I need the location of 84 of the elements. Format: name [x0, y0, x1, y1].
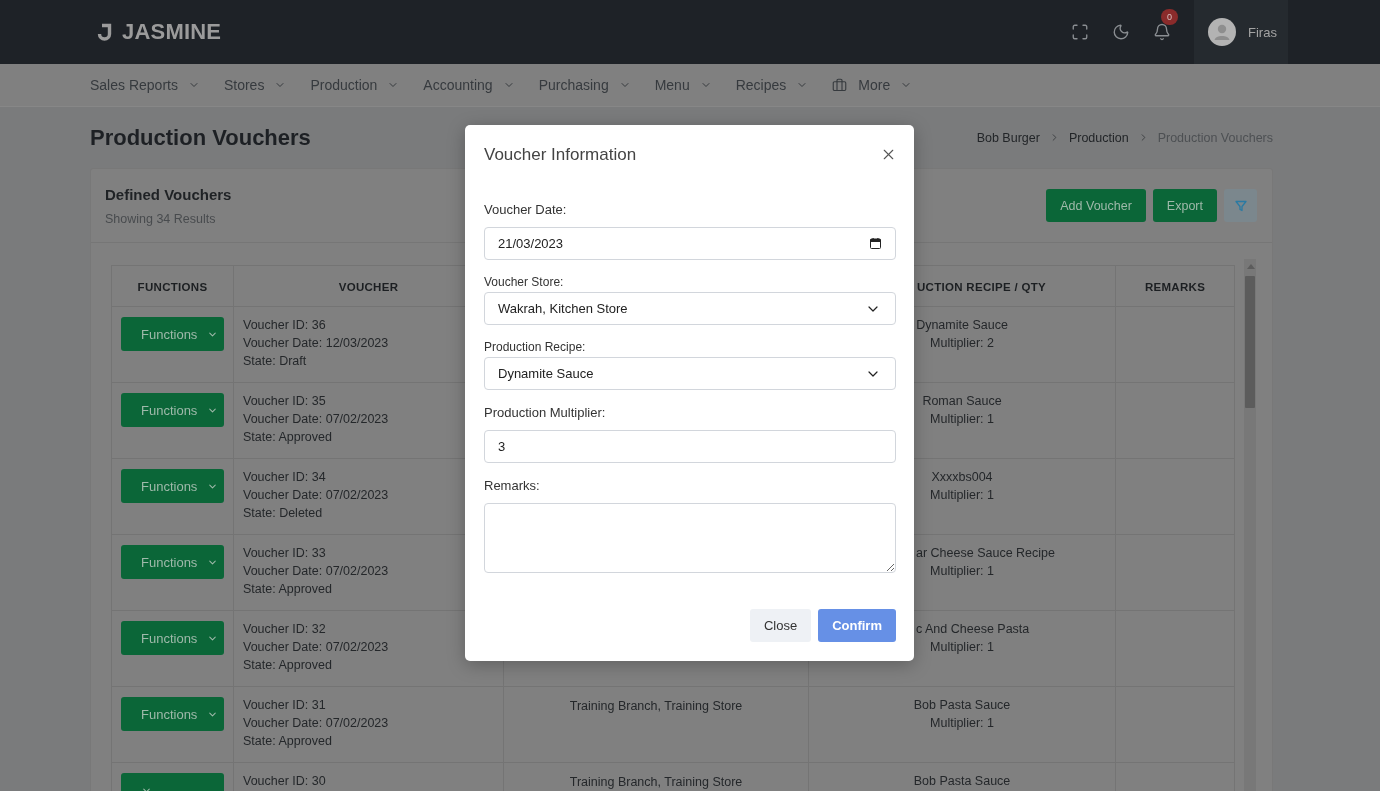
nav-menu-item[interactable]: Purchasing	[538, 77, 631, 93]
cell-text: Xxxxbs004	[931, 469, 993, 486]
cell-text: Voucher Date: 07/02/2023	[243, 715, 389, 732]
page-title: Production Vouchers	[90, 124, 311, 151]
action-button[interactable]: Export	[1152, 189, 1217, 222]
cell-text: Multiplier: 1	[930, 563, 994, 580]
cell-text: Multiplier: 1	[930, 639, 994, 656]
cell-text: Multiplier: 2	[930, 335, 994, 352]
column-header: FUNCTIONS	[137, 281, 208, 293]
bell-icon[interactable]	[1153, 23, 1171, 41]
moon-icon[interactable]	[1112, 23, 1130, 41]
dialog-title: Voucher Information	[484, 145, 637, 165]
user-menu[interactable]: Firas	[1194, 0, 1288, 64]
cell-text: State: Approved	[243, 429, 332, 446]
text-field[interactable]: 3	[484, 430, 896, 463]
select-field[interactable]: Wakrah, Kitchen Store	[484, 292, 896, 325]
cell-text: ar Cheese Sauce Recipe	[916, 545, 1055, 562]
field-label: Remarks:	[484, 479, 540, 493]
nav-menu-item[interactable]: Recipes	[735, 77, 809, 93]
cell-text: State: Draft	[243, 353, 307, 370]
cell-text: Bob Pasta Sauce	[913, 697, 1011, 714]
cell-text: State: Approved	[243, 733, 332, 750]
field-label: Voucher Store:	[484, 275, 564, 289]
breadcrumb-link[interactable]: Bob Burger	[976, 130, 1040, 145]
nav-menu-item[interactable]: Menu	[654, 77, 712, 93]
cell-text: State: Approved	[243, 657, 332, 674]
cell-text: Training Branch, Training Store	[569, 774, 743, 791]
cell-text: Multiplier: 1	[930, 411, 994, 428]
select-field[interactable]: Dynamite Sauce	[484, 357, 896, 390]
field-label: Voucher Date:	[484, 203, 567, 217]
logo-icon	[96, 22, 114, 42]
action-button[interactable]: Add Voucher	[1046, 189, 1146, 222]
cell-text: Dynamite Sauce	[916, 317, 1008, 334]
functions-button[interactable]: Functions	[121, 393, 224, 427]
notification-badge: 0	[1161, 9, 1178, 25]
cell-text: Voucher Date: 07/02/2023	[243, 563, 389, 580]
nav-menu-item[interactable]: Accounting	[423, 77, 515, 93]
fullscreen-icon[interactable]	[1071, 23, 1089, 41]
cell-text: Voucher Date: 12/03/2023	[243, 335, 389, 352]
briefcase-icon	[832, 77, 848, 93]
nav-menu-item[interactable]: More	[832, 77, 913, 93]
cell-text: State: Deleted	[243, 505, 323, 522]
date-field[interactable]: 21/03/2023	[484, 227, 896, 260]
breadcrumb-link[interactable]: Production	[1068, 130, 1129, 145]
close-button[interactable]: Close	[749, 609, 812, 642]
cell-text: Voucher ID: 31	[243, 697, 326, 714]
scrollbar-thumb[interactable]	[1245, 276, 1255, 408]
cell-text: Voucher ID: 30	[243, 773, 326, 790]
column-header: VOUCHER	[338, 281, 399, 293]
cell-text: State: Approved	[243, 581, 332, 598]
cell-text: Training Branch, Training Store	[569, 698, 743, 715]
column-header: UCTION RECIPE / QTY	[917, 281, 1047, 293]
cell-text: Roman Sauce	[922, 393, 1002, 410]
nav-menu-item[interactable]: Production	[310, 77, 400, 93]
cell-text: Voucher ID: 36	[243, 317, 326, 334]
textarea-field[interactable]	[484, 503, 896, 573]
calendar-icon[interactable]	[870, 238, 881, 249]
cell-text: Voucher Date: 07/02/2023	[243, 487, 389, 504]
field-label: Production Multiplier:	[484, 406, 606, 420]
functions-button[interactable]: Functions	[121, 469, 224, 503]
nav-menu-item[interactable]: Sales Reports	[90, 77, 200, 93]
card-title: Defined Vouchers	[105, 185, 232, 203]
cell-text: Voucher ID: 33	[243, 545, 326, 562]
cell-text: c And Cheese Pasta	[916, 621, 1030, 638]
cell-text: Voucher ID: 34	[243, 469, 326, 486]
functions-button[interactable]: Functions	[121, 545, 224, 579]
cell-text: Multiplier: 1	[930, 715, 994, 732]
avatar-icon	[1208, 18, 1236, 46]
cell-text: Voucher ID: 32	[243, 621, 326, 638]
logo-text: JASMINE	[122, 19, 222, 45]
confirm-button[interactable]: Confirm	[818, 609, 896, 642]
cell-text: Voucher Date: 07/02/2023	[243, 639, 389, 656]
field-label: Production Recipe:	[484, 340, 586, 354]
cell-text: Bob Pasta Sauce	[913, 773, 1011, 790]
functions-button[interactable]: Functions	[121, 621, 224, 655]
cell-text: Multiplier: 1	[930, 487, 994, 504]
results-count: Showing 34 Results	[105, 211, 216, 226]
filter-icon	[1234, 199, 1247, 212]
column-header: REMARKS	[1144, 281, 1206, 293]
functions-button[interactable]: Functions	[121, 697, 224, 731]
functions-button[interactable]: Functions	[121, 317, 224, 351]
nav-menu-item[interactable]: Stores	[223, 77, 287, 93]
cell-text: Voucher ID: 35	[243, 393, 326, 410]
cell-text: Voucher Date: 07/02/2023	[243, 411, 389, 428]
